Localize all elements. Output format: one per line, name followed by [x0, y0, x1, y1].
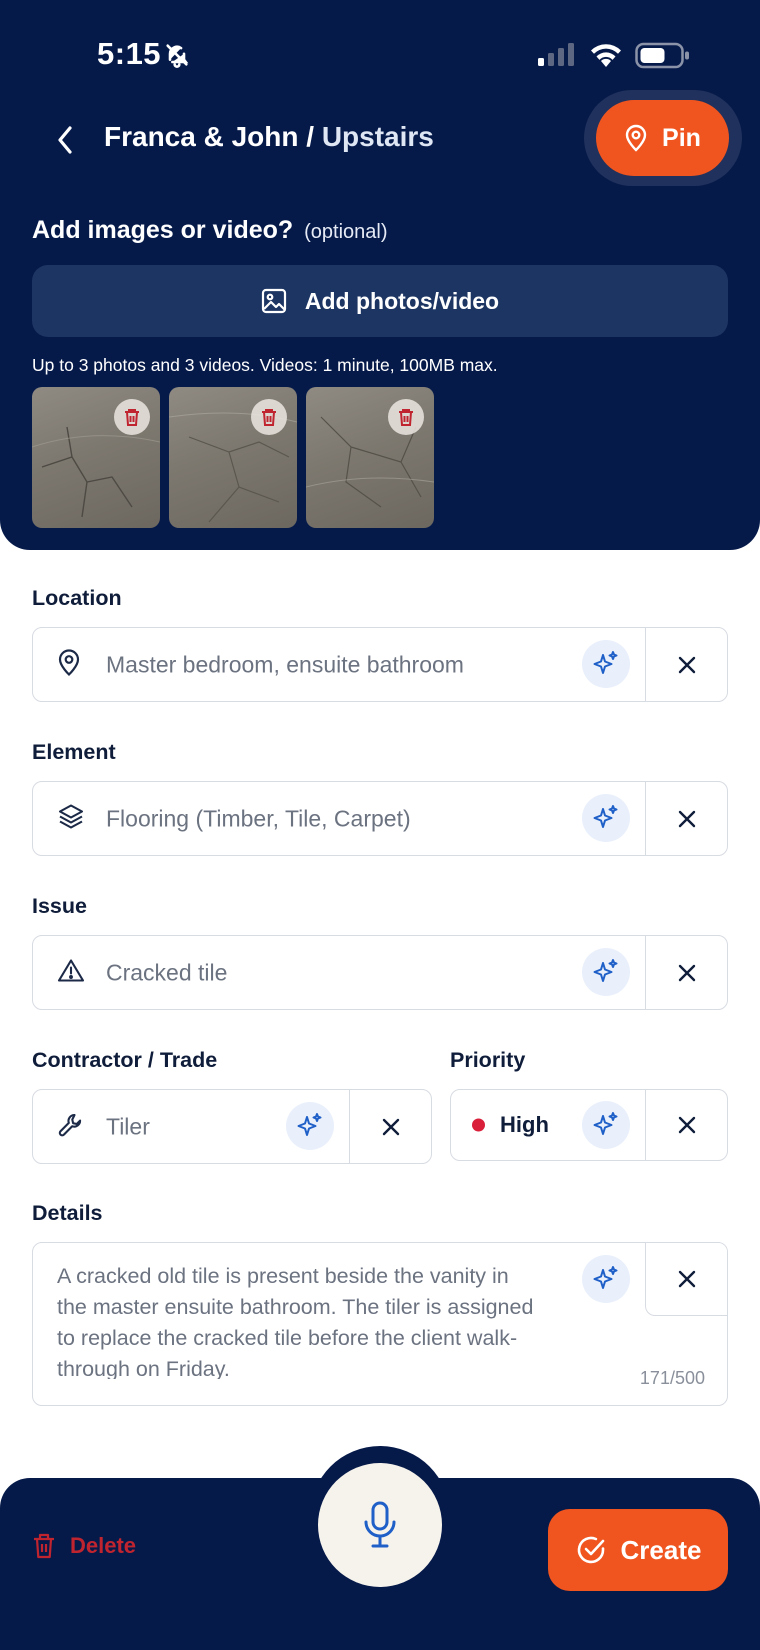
details-textarea[interactable]: A cracked old tile is present beside the… [32, 1242, 728, 1406]
header-panel: 5:15 Franca & John / Upstairs Pin Add im… [0, 0, 760, 550]
warning-icon [57, 957, 85, 988]
map-pin-icon [625, 124, 647, 152]
priority-dot [472, 1118, 485, 1132]
trash-icon [262, 409, 276, 426]
add-photos-video-label: Add photos/video [304, 287, 500, 314]
back-button[interactable] [50, 120, 82, 160]
layers-icon [57, 802, 85, 835]
element-value: Flooring (Timber, Tile, Carpet) [106, 805, 411, 831]
sparkle-icon [593, 959, 618, 982]
signal-icon [538, 43, 578, 72]
ai-suggest-priority-button[interactable] [582, 1101, 630, 1149]
close-icon [678, 1116, 695, 1134]
clear-location-button[interactable] [645, 628, 727, 701]
chevron-left-icon [58, 126, 72, 154]
issue-field[interactable]: Cracked tile [32, 935, 728, 1010]
remove-photo-button[interactable] [388, 399, 424, 435]
element-field[interactable]: Flooring (Timber, Tile, Carpet) [32, 781, 728, 856]
area-name: Upstairs [321, 121, 434, 152]
wifi-icon [588, 40, 624, 73]
bell-off-icon [163, 41, 191, 74]
contractor-field[interactable]: Tiler [32, 1089, 432, 1164]
priority-field[interactable]: High [450, 1089, 728, 1161]
check-circle-icon [577, 1536, 604, 1564]
create-button[interactable]: Create [548, 1509, 728, 1591]
trash-icon [34, 1533, 54, 1559]
photo-thumbnail[interactable] [306, 387, 434, 528]
issue-value: Cracked tile [106, 959, 228, 985]
clear-contractor-button[interactable] [349, 1090, 431, 1163]
clear-issue-button[interactable] [645, 936, 727, 1009]
media-hint: Up to 3 photos and 3 videos. Videos: 1 m… [32, 355, 498, 375]
voice-input-button[interactable] [318, 1463, 442, 1587]
details-value: A cracked old tile is present beside the… [57, 1264, 534, 1379]
contractor-label: Contractor / Trade [32, 1048, 218, 1072]
issue-label: Issue [32, 894, 87, 918]
project-name: Franca & John [104, 121, 299, 152]
map-pin-icon [57, 648, 81, 681]
contractor-value: Tiler [106, 1113, 150, 1139]
pin-button[interactable]: Pin [596, 100, 729, 176]
media-heading: Add images or video? (optional) [32, 216, 388, 245]
photo-thumbnail[interactable] [32, 387, 160, 528]
delete-label: Delete [70, 1533, 137, 1558]
details-char-count: 171/500 [639, 1368, 705, 1388]
title-separator: / [306, 121, 315, 152]
close-icon [678, 1270, 696, 1287]
details-label: Details [32, 1201, 103, 1225]
ai-suggest-contractor-button[interactable] [286, 1102, 334, 1150]
priority-label: Priority [450, 1048, 526, 1072]
ai-suggest-location-button[interactable] [582, 640, 630, 688]
ai-suggest-details-button[interactable] [582, 1255, 630, 1303]
page-title: Franca & John / Upstairs [104, 121, 434, 153]
create-label: Create [620, 1534, 702, 1565]
ai-suggest-issue-button[interactable] [582, 948, 630, 996]
remove-photo-button[interactable] [114, 399, 150, 435]
sparkle-icon [593, 1112, 618, 1135]
location-label: Location [32, 586, 122, 610]
element-label: Element [32, 740, 116, 764]
status-time: 5:15 [97, 36, 162, 71]
delete-button[interactable]: Delete [32, 1532, 136, 1560]
pin-label: Pin [662, 123, 701, 152]
sparkle-icon [593, 1266, 618, 1289]
close-icon [678, 810, 695, 827]
wrench-icon [57, 1110, 85, 1143]
media-heading-text: Add images or video? [32, 216, 294, 244]
clear-priority-button[interactable] [645, 1090, 727, 1160]
media-optional-text: (optional) [304, 221, 388, 243]
image-icon [261, 288, 286, 314]
battery-icon [635, 42, 691, 75]
clear-details-button[interactable] [645, 1243, 727, 1316]
sparkle-icon [297, 1113, 322, 1136]
sparkle-icon [593, 805, 618, 828]
close-icon [678, 656, 695, 673]
sparkle-icon [593, 651, 618, 674]
location-value: Master bedroom, ensuite bathroom [106, 651, 464, 677]
microphone-icon [364, 1501, 396, 1548]
remove-photo-button[interactable] [251, 399, 287, 435]
trash-icon [125, 409, 139, 426]
clear-element-button[interactable] [645, 782, 727, 855]
ai-suggest-element-button[interactable] [582, 794, 630, 842]
close-icon [678, 964, 695, 981]
trash-icon [399, 409, 413, 426]
close-icon [382, 1118, 399, 1135]
priority-value: High [500, 1112, 549, 1137]
location-field[interactable]: Master bedroom, ensuite bathroom [32, 627, 728, 702]
photo-thumbnail[interactable] [169, 387, 297, 528]
thumbnail-list [32, 387, 434, 528]
add-photos-video-button[interactable]: Add photos/video [32, 265, 728, 337]
